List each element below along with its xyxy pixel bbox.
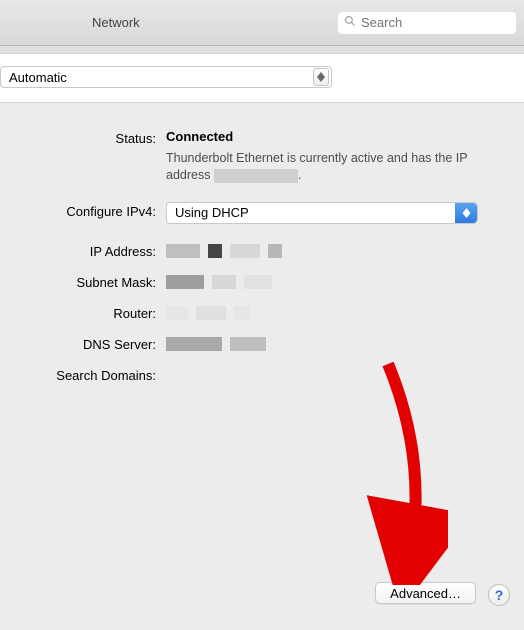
search-field[interactable]: [338, 12, 516, 34]
ip-address-value: [166, 242, 500, 258]
location-dropdown[interactable]: Automatic: [0, 66, 332, 88]
toolbar-separator: [0, 46, 524, 54]
configure-ipv4-row: Configure IPv4: Using DHCP: [0, 202, 500, 224]
status-subtext: Thunderbolt Ethernet is currently active…: [166, 150, 486, 184]
router-row: Router:: [0, 304, 500, 321]
dns-server-row: DNS Server:: [0, 335, 500, 352]
configure-ipv4-dropdown[interactable]: Using DHCP: [166, 202, 478, 224]
dns-server-label: DNS Server:: [0, 335, 156, 352]
annotation-arrow: [358, 360, 448, 585]
search-icon: [344, 15, 356, 30]
titlebar: Network: [0, 0, 524, 46]
dns-server-value: [166, 335, 500, 351]
subnet-mask-label: Subnet Mask:: [0, 273, 156, 290]
search-domains-row: Search Domains:: [0, 366, 500, 383]
location-bar: Automatic: [0, 54, 524, 103]
location-selected: Automatic: [9, 70, 67, 85]
window-title: Network: [92, 15, 140, 30]
main-panel: Status: Connected Thunderbolt Ethernet i…: [0, 103, 524, 383]
advanced-button[interactable]: Advanced…: [375, 582, 476, 604]
subnet-mask-value: [166, 273, 500, 289]
help-button[interactable]: ?: [488, 584, 510, 606]
router-label: Router:: [0, 304, 156, 321]
configure-ipv4-label: Configure IPv4:: [0, 202, 156, 219]
status-value: Connected: [166, 129, 500, 144]
ip-address-row: IP Address:: [0, 242, 500, 259]
chevrons-icon: [455, 203, 477, 223]
ip-address-label: IP Address:: [0, 242, 156, 259]
configure-ipv4-value: Using DHCP: [175, 205, 249, 220]
status-label: Status:: [0, 129, 156, 146]
status-row: Status: Connected Thunderbolt Ethernet i…: [0, 129, 500, 184]
help-icon: ?: [495, 587, 504, 603]
search-input[interactable]: [361, 15, 510, 30]
stepper-icon: [313, 68, 329, 86]
search-domains-label: Search Domains:: [0, 366, 156, 383]
subnet-mask-row: Subnet Mask:: [0, 273, 500, 290]
router-value: [166, 304, 500, 320]
